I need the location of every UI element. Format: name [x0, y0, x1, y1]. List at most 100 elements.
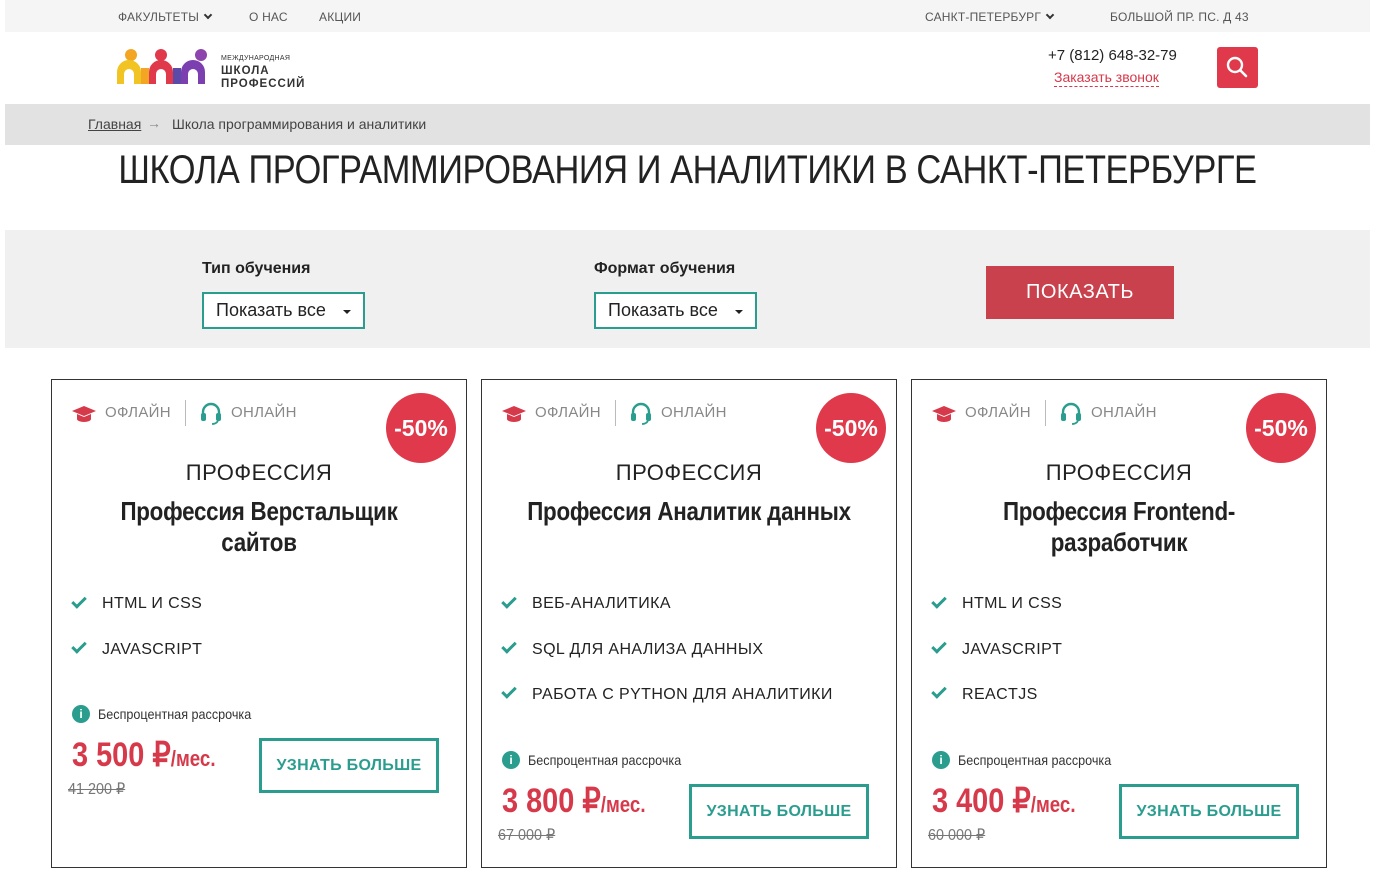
- format-select[interactable]: Показать все: [594, 292, 757, 329]
- check-icon: [501, 593, 517, 609]
- type-label: Тип обучения: [202, 260, 311, 277]
- page-title: ШКОЛА ПРОГРАММИРОВАНИЯ И АНАЛИТИКИ В САН…: [118, 148, 1257, 192]
- price: 3 500 ₽/мес.: [72, 735, 216, 775]
- filter-panel: Тип обучения Показать все Формат обучени…: [5, 230, 1370, 348]
- address: БОЛЬШОЙ ПР. ПС. Д 43: [1110, 10, 1249, 24]
- chevron-down-icon: [1045, 10, 1055, 20]
- graduation-cap-icon: [502, 406, 526, 422]
- offline-label: ОФЛАЙН: [105, 404, 171, 421]
- feature-item: JAVASCRIPT: [102, 641, 203, 658]
- feature-item: REACTJS: [962, 686, 1038, 703]
- learn-more-button[interactable]: УЗНАТЬ БОЛЬШЕ: [1119, 784, 1299, 839]
- logo-line-2: ШКОЛА: [221, 65, 270, 77]
- headset-icon: [201, 402, 221, 425]
- callback-link[interactable]: Заказать звонок: [1054, 69, 1159, 87]
- breadcrumb: Главная → Школа программирования и анали…: [5, 104, 1370, 145]
- card-label: ПРОФЕССИЯ: [615, 460, 763, 485]
- installment-text: Беспроцентная рассрочка: [958, 752, 1112, 768]
- headset-icon: [631, 402, 651, 425]
- card-title[interactable]: Профессия Верстальщик сайтов: [81, 496, 437, 558]
- feature-item: ВЕБ-АНАЛИТИКА: [532, 595, 671, 612]
- top-bar: ФАКУЛЬТЕТЫ О НАС АКЦИИ САНКТ-ПЕТЕРБУРГ Б…: [5, 0, 1370, 32]
- offline-label: ОФЛАЙН: [965, 404, 1031, 421]
- card-label: ПРОФЕССИЯ: [185, 460, 333, 485]
- feature-item: SQL ДЛЯ АНАЛИЗА ДАННЫХ: [532, 641, 764, 658]
- course-card: ОФЛАЙН ОНЛАЙН -50% ПРОФЕССИЯ Профессия В…: [51, 379, 467, 868]
- page: ФАКУЛЬТЕТЫ О НАС АКЦИИ САНКТ-ПЕТЕРБУРГ Б…: [5, 0, 1370, 873]
- mode-divider: [1045, 400, 1046, 426]
- check-icon: [931, 683, 947, 699]
- feature-item: HTML И CSS: [102, 595, 203, 612]
- info-icon: i: [72, 705, 90, 723]
- old-price: 67 000 ₽: [498, 827, 556, 844]
- course-card: ОФЛАЙН ОНЛАЙН -50% ПРОФЕССИЯ Профессия А…: [481, 379, 897, 868]
- check-icon: [501, 638, 517, 654]
- old-price: 41 200 ₽: [68, 781, 126, 798]
- nav-promotions[interactable]: АКЦИИ: [319, 10, 361, 24]
- caret-down-icon: [343, 310, 351, 314]
- offline-label: ОФЛАЙН: [535, 404, 601, 421]
- nav-faculties-label: ФАКУЛЬТЕТЫ: [118, 10, 200, 24]
- breadcrumb-home[interactable]: Главная: [88, 116, 141, 132]
- show-button[interactable]: ПОКАЗАТЬ: [986, 266, 1174, 319]
- installment-text: Беспроцентная рассрочка: [98, 706, 252, 722]
- price-value: 3 400 ₽: [932, 782, 1031, 820]
- feature-item: JAVASCRIPT: [962, 641, 1063, 658]
- nav-about[interactable]: О НАС: [249, 10, 288, 24]
- check-icon: [931, 593, 947, 609]
- price-unit: /мес.: [600, 792, 646, 817]
- check-icon: [71, 638, 87, 654]
- feature-item: HTML И CSS: [962, 595, 1063, 612]
- online-label: ОНЛАЙН: [231, 404, 297, 421]
- headset-icon: [1061, 402, 1081, 425]
- discount-badge: -50%: [816, 393, 886, 463]
- old-price: 60 000 ₽: [928, 827, 986, 844]
- learn-more-button[interactable]: УЗНАТЬ БОЛЬШЕ: [259, 738, 439, 793]
- logo-line-1: МЕЖДУНАРОДНАЯ: [221, 55, 291, 62]
- online-label: ОНЛАЙН: [1091, 404, 1157, 421]
- check-icon: [931, 638, 947, 654]
- search-button[interactable]: [1217, 47, 1258, 88]
- breadcrumb-current: Школа программирования и аналитики: [172, 116, 427, 132]
- header: МЕЖДУНАРОДНАЯ ШКОЛА ПРОФЕССИЙ +7 (812) 6…: [5, 32, 1370, 104]
- price-unit: /мес.: [1030, 792, 1076, 817]
- online-label: ОНЛАЙН: [661, 404, 727, 421]
- price-value: 3 800 ₽: [502, 782, 601, 820]
- price: 3 800 ₽/мес.: [502, 781, 646, 821]
- city-label: САНКТ-ПЕТЕРБУРГ: [925, 10, 1042, 24]
- caret-down-icon: [735, 310, 743, 314]
- format-select-value: Показать все: [608, 300, 718, 320]
- nav-faculties[interactable]: ФАКУЛЬТЕТЫ: [118, 10, 213, 24]
- graduation-cap-icon: [72, 406, 96, 422]
- logo-text: МЕЖДУНАРОДНАЯ ШКОЛА ПРОФЕССИЙ: [221, 52, 305, 91]
- format-label: Формат обучения: [594, 260, 736, 277]
- search-icon: [1226, 56, 1248, 78]
- mode-divider: [615, 400, 616, 426]
- price-value: 3 500 ₽: [72, 736, 171, 774]
- city-selector[interactable]: САНКТ-ПЕТЕРБУРГ: [925, 10, 1055, 24]
- card-label: ПРОФЕССИЯ: [1045, 460, 1193, 485]
- learn-more-button[interactable]: УЗНАТЬ БОЛЬШЕ: [689, 784, 869, 839]
- check-icon: [501, 683, 517, 699]
- info-icon: i: [932, 751, 950, 769]
- logo-line-3: ПРОФЕССИЙ: [221, 78, 306, 90]
- type-select[interactable]: Показать все: [202, 292, 365, 329]
- phone-number[interactable]: +7 (812) 648-32-79: [1048, 47, 1177, 64]
- info-icon: i: [502, 751, 520, 769]
- price: 3 400 ₽/мес.: [932, 781, 1076, 821]
- type-select-value: Показать все: [216, 300, 326, 320]
- price-unit: /мес.: [170, 746, 216, 771]
- breadcrumb-arrow-icon: →: [147, 115, 161, 131]
- card-title[interactable]: Профессия Frontend-разработчик: [941, 496, 1297, 558]
- card-title[interactable]: Профессия Аналитик данных: [511, 496, 867, 527]
- logo[interactable]: МЕЖДУНАРОДНАЯ ШКОЛА ПРОФЕССИЙ: [117, 46, 317, 90]
- discount-badge: -50%: [1246, 393, 1316, 463]
- graduation-cap-icon: [932, 406, 956, 422]
- chevron-down-icon: [203, 10, 213, 20]
- check-icon: [71, 593, 87, 609]
- installment-text: Беспроцентная рассрочка: [528, 752, 682, 768]
- feature-item: РАБОТА С PYTHON ДЛЯ АНАЛИТИКИ: [532, 686, 833, 703]
- course-card: ОФЛАЙН ОНЛАЙН -50% ПРОФЕССИЯ Профессия F…: [911, 379, 1327, 868]
- logo-mark-icon: [117, 49, 207, 84]
- mode-divider: [185, 400, 186, 426]
